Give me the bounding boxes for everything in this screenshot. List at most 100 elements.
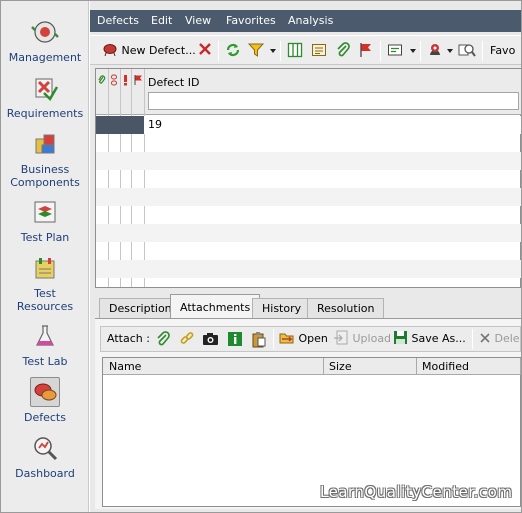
sidebar-item-test-lab[interactable]: Test Lab — [1, 321, 89, 368]
find-icon — [458, 44, 476, 57]
empty-row — [96, 224, 521, 242]
attach-snapshot-icon[interactable] — [202, 331, 219, 347]
select-columns-button[interactable] — [287, 42, 303, 60]
sidebar-item-management[interactable]: Management — [1, 17, 89, 64]
filter-icon — [247, 43, 265, 57]
dashboard-icon — [30, 433, 60, 463]
flag-column-icon[interactable] — [133, 74, 143, 86]
sidebar-item-label: Test Plan — [20, 231, 70, 244]
refresh-icon — [226, 43, 240, 57]
toolbar-separator — [380, 41, 381, 61]
attach-file-icon[interactable] — [155, 331, 171, 347]
test-lab-icon — [30, 321, 60, 351]
alerts-icon — [430, 44, 440, 55]
view-icon — [388, 44, 402, 56]
delete-attachment-button[interactable]: Dele — [479, 330, 520, 348]
menu-edit[interactable]: Edit — [151, 14, 172, 27]
tab-resolution[interactable]: Resolution — [307, 298, 385, 318]
columns-icon — [287, 42, 303, 58]
menu-analysis[interactable]: Analysis — [288, 14, 333, 27]
flag-icon — [360, 43, 371, 57]
empty-row — [96, 152, 521, 170]
menu-defects[interactable]: Defects — [97, 14, 139, 27]
linked-column-icon[interactable] — [110, 74, 118, 86]
toolbar-separator — [482, 41, 483, 61]
new-defect-icon — [103, 44, 117, 57]
tab-label: History — [262, 302, 302, 315]
paperclip-icon — [337, 42, 350, 57]
column-header-modified[interactable]: Modified — [422, 360, 469, 373]
attachments-panel: Attach : Open Upload Save As... Dele Nam… — [95, 319, 521, 509]
column-header-size[interactable]: Size — [329, 360, 352, 373]
save-as-label: Save As... — [411, 332, 466, 345]
sidebar-item-label: Test Lab — [22, 355, 68, 368]
column-divider — [416, 358, 417, 375]
open-icon — [279, 333, 294, 344]
menu-view[interactable]: View — [185, 14, 211, 27]
view-dropdown-arrow[interactable] — [410, 49, 416, 53]
table-row[interactable]: 19 — [96, 116, 521, 134]
open-button[interactable]: Open — [279, 330, 328, 348]
management-icon — [30, 17, 60, 47]
defects-module: Defects Edit View Favorites Analysis New… — [90, 1, 521, 512]
tab-attachments[interactable]: Attachments — [170, 294, 261, 319]
toolbar-separator — [218, 41, 219, 61]
defect-id-filter-field[interactable] — [148, 92, 519, 110]
attach-clipboard-icon[interactable] — [251, 331, 267, 348]
favorites-label: Favo — [490, 44, 516, 57]
menu-favorites[interactable]: Favorites — [226, 14, 276, 27]
alerts-dropdown-arrow[interactable] — [447, 49, 453, 53]
module-sidebar: Management Requirements Business Compone… — [1, 1, 89, 512]
attachments-toolbar: Attach : Open Upload Save As... Dele — [100, 326, 521, 352]
sidebar-item-label: Management — [8, 51, 82, 64]
favorites-button[interactable]: Favo — [490, 42, 515, 60]
sidebar-item-business-components[interactable]: Business Components — [1, 129, 89, 189]
view-button[interactable] — [387, 42, 403, 60]
alerts-button[interactable] — [427, 42, 443, 60]
attachments-list-header: Name Size Modified — [103, 358, 521, 375]
sidebar-item-defects[interactable]: Defects — [1, 377, 89, 424]
sidebar-item-label: Dashboard — [15, 467, 75, 480]
find-button[interactable] — [458, 42, 476, 60]
grid-header: Defect ID — [96, 69, 521, 115]
defects-icon — [30, 377, 60, 407]
upload-icon — [334, 330, 348, 345]
sidebar-item-label: Requirements — [6, 107, 84, 120]
row-selection-marker — [96, 116, 144, 134]
grid-column-divider — [131, 69, 132, 287]
attachments-button[interactable] — [335, 42, 351, 60]
toolbar-separator — [420, 41, 421, 61]
business-components-icon — [30, 129, 60, 159]
details-tabs: Description Attachments History Resoluti… — [95, 294, 521, 319]
sidebar-item-test-resources[interactable]: Test Resources — [1, 253, 89, 313]
upload-button[interactable]: Upload — [333, 330, 391, 348]
attach-system-info-icon[interactable] — [227, 331, 243, 347]
column-header-defect-id[interactable]: Defect ID — [148, 76, 199, 89]
upload-label: Upload — [352, 332, 392, 345]
sidebar-item-label: Defects — [24, 411, 66, 424]
attachment-column-icon[interactable] — [98, 75, 106, 86]
main-toolbar: New Defect... Favo — [90, 35, 521, 65]
sidebar-item-test-plan[interactable]: Test Plan — [1, 197, 89, 244]
delete-button[interactable] — [198, 42, 212, 60]
flag-button[interactable] — [358, 42, 374, 60]
test-plan-icon — [30, 197, 60, 227]
grid-column-divider — [108, 69, 109, 287]
new-defect-button[interactable]: New Defect... — [102, 42, 196, 60]
open-label: Open — [298, 332, 328, 345]
details-button[interactable] — [311, 42, 327, 60]
refresh-button[interactable] — [225, 42, 241, 60]
new-defect-label: New Defect... — [121, 44, 196, 57]
filter-button[interactable] — [247, 42, 265, 60]
empty-row — [96, 260, 521, 278]
column-header-name[interactable]: Name — [109, 360, 141, 373]
filter-dropdown-arrow[interactable] — [270, 49, 276, 53]
tab-label: Description — [109, 302, 172, 315]
attach-url-icon[interactable] — [179, 331, 195, 347]
save-as-button[interactable]: Save As... — [393, 330, 466, 348]
sidebar-item-requirements[interactable]: Requirements — [1, 73, 89, 120]
sidebar-item-dashboard[interactable]: Dashboard — [1, 433, 89, 480]
priority-column-icon[interactable] — [123, 74, 128, 86]
column-divider — [520, 358, 521, 375]
tab-history[interactable]: History — [252, 298, 312, 318]
